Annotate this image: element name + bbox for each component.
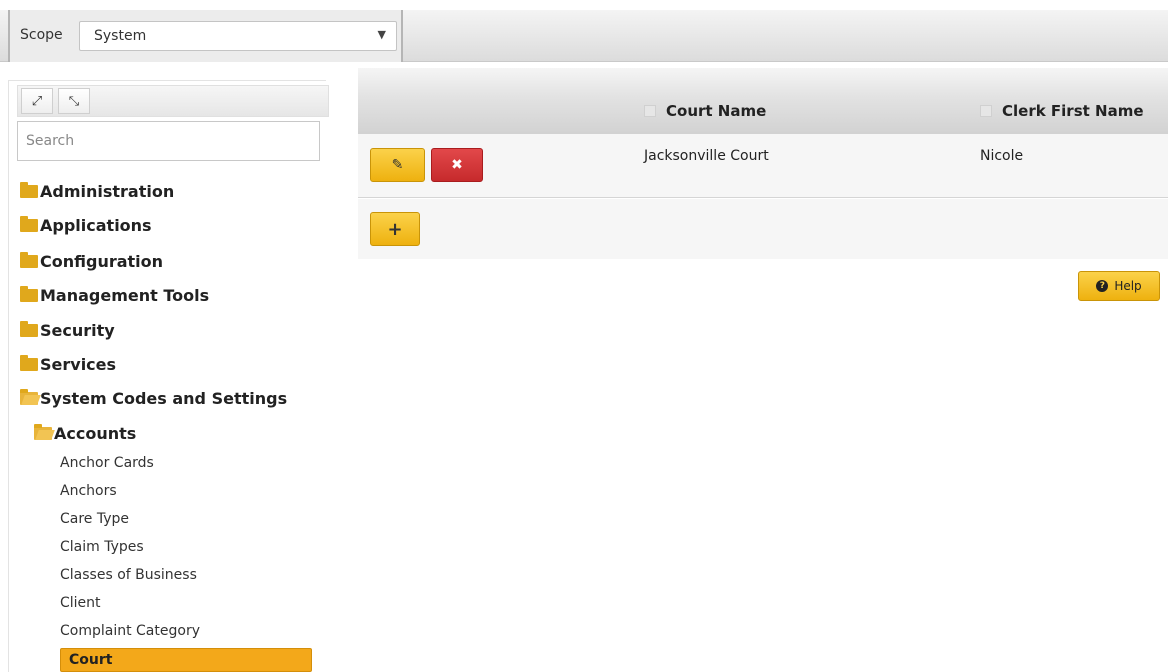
folder-icon <box>20 354 38 371</box>
question-circle-icon: ? <box>1096 280 1109 292</box>
column-header-label: Clerk First Name <box>1002 102 1144 120</box>
tree-folder-services[interactable]: Services <box>20 352 116 376</box>
folder-icon <box>20 251 38 268</box>
column-select-checkbox[interactable] <box>980 105 992 117</box>
cell-clerk-first-name: Nicole <box>980 148 1024 164</box>
scope-value: System <box>94 28 147 44</box>
edit-icon: ✎ <box>391 157 404 173</box>
folder-icon <box>20 215 38 232</box>
collapse-icon: ⤡ <box>68 93 80 109</box>
column-header-label: Court Name <box>666 102 767 120</box>
tree-folder-label: Management Tools <box>40 285 210 305</box>
help-button[interactable]: ? Help <box>1078 271 1160 301</box>
column-header-court-name[interactable]: Court Name <box>644 102 766 120</box>
tree-item-court[interactable]: Court <box>60 648 312 672</box>
tree-item-care-type[interactable]: Care Type <box>60 507 129 531</box>
tree-item-claim-types[interactable]: Claim Types <box>60 535 144 559</box>
tree-folder-administration[interactable]: Administration <box>20 179 174 203</box>
tree-folder-label: Services <box>40 354 117 374</box>
edit-button[interactable]: ✎ <box>370 148 425 182</box>
scope-label: Scope <box>20 27 63 43</box>
scope-toolbar: Scope System ▼ <box>0 10 1168 62</box>
tree-folder-label: System Codes and Settings <box>40 388 288 408</box>
column-header-clerk-first-name[interactable]: Clerk First Name <box>980 102 1144 120</box>
tree-toolbar: ⤢ ⤡ <box>17 85 329 117</box>
folder-open-icon <box>34 423 52 440</box>
tree-folder-system-codes-and-settings[interactable]: System Codes and Settings <box>20 386 287 410</box>
folder-icon <box>20 320 38 337</box>
tree-folder-label: Configuration <box>40 251 164 271</box>
tree-folder-accounts[interactable]: Accounts <box>34 421 136 445</box>
close-icon: ✖ <box>451 157 463 173</box>
folder-icon <box>20 181 38 198</box>
scope-group: Scope System ▼ <box>8 10 403 62</box>
tree-item-classes-of-business[interactable]: Classes of Business <box>60 563 197 587</box>
tree-folder-management-tools[interactable]: Management Tools <box>20 283 209 307</box>
tree-search-input[interactable] <box>17 121 320 161</box>
grid-footer: + <box>358 199 1168 259</box>
folder-open-icon <box>20 388 38 405</box>
tree-folder-label: Applications <box>40 215 152 235</box>
grid-header: Court Name Clerk First Name <box>358 68 1168 134</box>
tree-folder-configuration[interactable]: Configuration <box>20 249 163 273</box>
plus-icon: + <box>387 218 403 240</box>
tree-folder-label: Security <box>40 320 115 340</box>
folder-icon <box>20 285 38 302</box>
expand-icon: ⤢ <box>31 93 43 109</box>
tree-folder-applications[interactable]: Applications <box>20 213 152 237</box>
tree-item-anchors[interactable]: Anchors <box>60 479 117 503</box>
tree-folder-label: Administration <box>40 181 175 201</box>
tree-item-client[interactable]: Client <box>60 591 101 615</box>
tree-item-complaint-category[interactable]: Complaint Category <box>60 619 200 643</box>
cell-court-name: Jacksonville Court <box>644 148 769 164</box>
delete-button[interactable]: ✖ <box>431 148 483 182</box>
table-row: ✎ ✖ Jacksonville Court Nicole <box>358 134 1168 198</box>
collapse-all-button[interactable]: ⤡ <box>58 88 90 114</box>
expand-all-button[interactable]: ⤢ <box>21 88 53 114</box>
tree-folder-security[interactable]: Security <box>20 318 115 342</box>
add-button[interactable]: + <box>370 212 420 246</box>
scope-select[interactable]: System ▼ <box>79 21 397 51</box>
tree-item-anchor-cards[interactable]: Anchor Cards <box>60 451 154 475</box>
help-label: Help <box>1114 279 1142 293</box>
column-select-checkbox[interactable] <box>644 105 656 117</box>
tree-folder-label: Accounts <box>54 423 137 443</box>
chevron-down-icon: ▼ <box>377 28 386 41</box>
